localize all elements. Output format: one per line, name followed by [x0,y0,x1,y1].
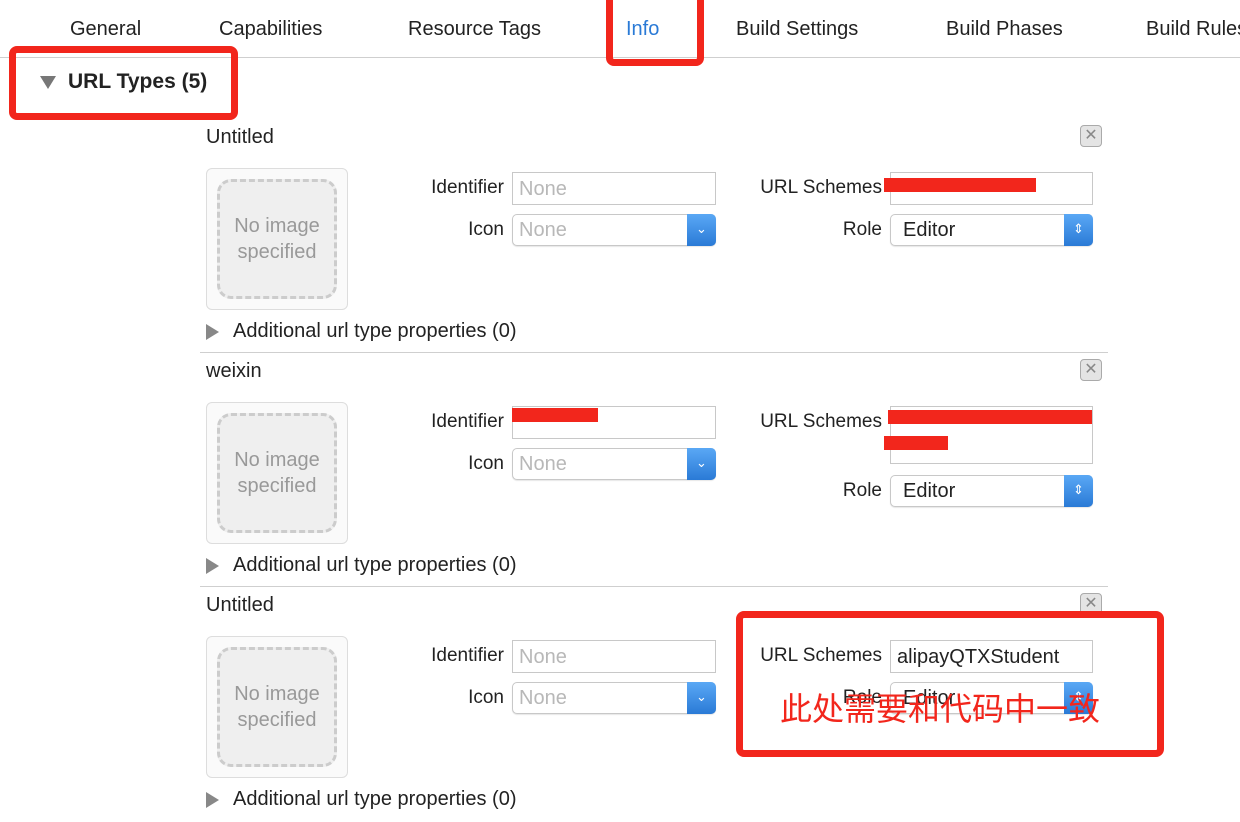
disclosure-triangle-icon [206,323,219,340]
url-schemes-label: URL Schemes [760,177,882,198]
identifier-label: Identifier [431,645,504,666]
icon-select-value: None [519,219,567,241]
disclosure-triangle-icon [206,557,219,574]
identifier-field[interactable]: None [512,172,716,205]
icon-select[interactable]: None ⌄ [512,682,716,714]
additional-properties-disclosure[interactable]: Additional url type properties (0) [206,788,516,811]
identifier-label: Identifier [431,177,504,198]
url-type-title: Untitled [206,126,274,148]
icon-select[interactable]: None ⌄ [512,214,716,246]
role-select-value: Editor [903,480,956,502]
role-select[interactable]: Editor ⇕ [890,214,1093,246]
role-select-value: Editor [903,219,956,241]
tab-resource-tags[interactable]: Resource Tags [408,18,541,41]
chevron-down-icon: ⌄ [687,214,716,246]
no-image-placeholder: No image specified [217,647,337,767]
image-well[interactable]: No image specified [206,168,348,310]
url-type-title: weixin [206,360,262,382]
divider [200,586,1108,587]
image-well[interactable]: No image specified [206,636,348,778]
redaction-mark [884,178,1036,192]
icon-select[interactable]: None ⌄ [512,448,716,480]
additional-properties-disclosure[interactable]: Additional url type properties (0) [206,554,516,577]
tab-build-rules[interactable]: Build Rules [1146,18,1240,41]
identifier-field[interactable]: None [512,640,716,673]
icon-label: Icon [468,687,504,708]
redaction-mark [888,410,1092,424]
additional-properties-label: Additional url type properties (0) [233,788,517,810]
divider [200,352,1108,353]
icon-select-value: None [519,687,567,709]
annotation-box-info-tab [606,0,704,66]
image-well[interactable]: No image specified [206,402,348,544]
disclosure-triangle-icon [206,791,219,808]
role-label: Role [842,480,882,501]
no-image-placeholder: No image specified [217,413,337,533]
additional-properties-disclosure[interactable]: Additional url type properties (0) [206,320,516,343]
tab-general[interactable]: General [70,18,141,41]
redaction-mark [512,408,598,422]
url-schemes-label: URL Schemes [760,411,882,432]
tab-build-settings[interactable]: Build Settings [736,18,858,41]
close-icon: ✕ [1084,595,1098,612]
annotation-box-url-types [9,46,238,120]
tab-capabilities[interactable]: Capabilities [219,18,322,41]
url-type-item: Untitled ✕ No image specified Identifier… [0,120,1240,354]
chevron-down-icon: ⌄ [687,682,716,714]
icon-label: Icon [468,219,504,240]
stepper-arrows-icon: ⇕ [1064,214,1093,246]
role-select[interactable]: Editor ⇕ [890,475,1093,507]
close-icon: ✕ [1084,361,1098,378]
icon-select-value: None [519,453,567,475]
additional-properties-label: Additional url type properties (0) [233,554,517,576]
remove-url-type-button[interactable]: ✕ [1080,125,1102,147]
icon-label: Icon [468,453,504,474]
stepper-arrows-icon: ⇕ [1064,475,1093,507]
chevron-down-icon: ⌄ [687,448,716,480]
remove-url-type-button[interactable]: ✕ [1080,359,1102,381]
url-type-title: Untitled [206,594,274,616]
redaction-mark [884,436,948,450]
no-image-placeholder: No image specified [217,179,337,299]
additional-properties-label: Additional url type properties (0) [233,320,517,342]
close-icon: ✕ [1084,127,1098,144]
tab-build-phases[interactable]: Build Phases [946,18,1063,41]
identifier-label: Identifier [431,411,504,432]
role-label: Role [842,219,882,240]
annotation-text: 此处需要和代码中一致 [780,691,1101,727]
url-type-item: weixin ✕ No image specified Identifier [… [0,354,1240,588]
